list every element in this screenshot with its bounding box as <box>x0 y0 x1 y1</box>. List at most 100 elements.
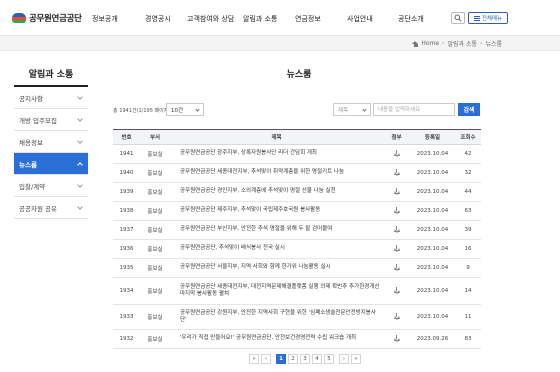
table-row: 1935 홍보실 공무원연금공단 서울지부, 지역 사회와 함께 한가위 나눔활… <box>113 258 481 278</box>
row-title-link[interactable]: 공무원연금공단 부산지부, 안전한 추석 명절을 위해 두 팔 걷어붙여 <box>170 220 383 240</box>
sidebar-item-resource-sharing[interactable]: 공공자원 공유 <box>14 197 88 219</box>
row-department: 홍보실 <box>140 258 170 278</box>
chevron-down-icon <box>77 93 83 100</box>
row-number: 1932 <box>113 329 140 349</box>
sidebar-item-label: 개방 입주모집 <box>19 116 57 125</box>
sidebar: 공지사항 개방 입주모집 채용정보 뉴스룸 입찰/계약 공공자원 공유 <box>14 85 88 219</box>
logo[interactable]: 공무원연금공단 <box>12 12 82 24</box>
chevron-down-icon <box>77 181 83 188</box>
row-attachment <box>383 239 410 259</box>
nav-item-management[interactable]: 경영공시 <box>145 14 171 24</box>
row-attachment <box>383 182 410 202</box>
row-title-link[interactable]: 공무원연금공단 제주지부, 추석맞이 국립제주호국원 봉사활동 <box>170 201 383 221</box>
column-header-views: 조회수 <box>455 129 481 145</box>
page-button[interactable]: 5 <box>324 354 334 364</box>
search-button[interactable]: 검색 <box>458 103 480 116</box>
row-number: 1937 <box>113 220 140 240</box>
row-title-link[interactable]: 공무원연금공단 세종대전지부, 대전지역문제해결플랫폼 실행 의제 확반추 추가… <box>170 277 383 305</box>
nav-item-pension[interactable]: 연금정보 <box>295 14 321 24</box>
row-department: 홍보실 <box>140 201 170 221</box>
row-title-link[interactable]: 공무원연금공단 세종대전지부, 추석맞이 취약계층을 위한 명절키트 나눔 <box>170 163 383 183</box>
pagination: « ‹ 1 2 3 4 5 › » <box>249 354 363 364</box>
nav-item-info[interactable]: 정보공개 <box>92 14 118 24</box>
row-department: 홍보실 <box>140 182 170 202</box>
row-number: 1940 <box>113 163 140 183</box>
row-title-link[interactable]: 공무원연금공단, 추석맞이 배식봉사 전국 실시 <box>170 239 383 259</box>
row-views: 14 <box>455 277 481 305</box>
download-icon[interactable] <box>393 150 400 156</box>
nav-item-business[interactable]: 사업안내 <box>347 14 373 24</box>
first-page-button[interactable]: « <box>249 354 259 364</box>
row-attachment <box>383 144 410 164</box>
row-date: 2023.10.04 <box>410 201 455 221</box>
row-title-link[interactable]: 공무원연금공단 광주지부, 상록자원봉사단 리더 간담회 개최 <box>170 144 383 164</box>
page-button[interactable]: 2 <box>288 354 298 364</box>
row-title-link[interactable]: 공무원연금공단 서울지부, 지역 사회와 함께 한가위 나눔활동 실시 <box>170 258 383 278</box>
row-views: 44 <box>455 182 481 202</box>
chevron-up-icon <box>77 161 83 168</box>
row-date: 2023.10.04 <box>410 163 455 183</box>
column-header-attachment: 첨부 <box>383 129 410 145</box>
download-icon[interactable] <box>393 264 400 270</box>
last-page-button[interactable]: » <box>351 354 361 364</box>
row-department: 홍보실 <box>140 304 170 330</box>
search-icon-button[interactable] <box>451 12 465 24</box>
breadcrumb-separator: › <box>480 40 483 47</box>
download-icon[interactable] <box>393 335 400 341</box>
table-row: 1939 홍보실 공무원연금공단 경인지부, 소외계층에 추석맞이 명절 선물 … <box>113 182 481 202</box>
download-icon[interactable] <box>393 188 400 194</box>
breadcrumb-section[interactable]: 알림과 소통 <box>448 39 478 48</box>
row-attachment <box>383 304 410 330</box>
row-date: 2023.10.04 <box>410 182 455 202</box>
sidebar-item-label: 공공자원 공유 <box>19 204 57 213</box>
row-department: 홍보실 <box>140 144 170 164</box>
download-icon[interactable] <box>393 313 400 319</box>
sidebar-item-label: 뉴스룸 <box>19 160 37 169</box>
table-row: 1932 홍보실 '우리가 직접 만들어요!' 공무원연금공단, 안전보건경영전… <box>113 329 481 349</box>
breadcrumb-bar: Home › 알림과 소통 › 뉴스룸 <box>0 36 560 51</box>
row-title-link[interactable]: 공무원연금공단 경인지부, 소외계층에 추석맞이 명절 선물 나눔 실천 <box>170 182 383 202</box>
row-title-link[interactable]: 공무원연금공단 강원지부, 안전한 지역사회 구현을 위한 '심폐소생술전문안전… <box>170 304 383 330</box>
chevron-down-icon <box>77 203 83 210</box>
sidebar-item-jobs[interactable]: 채용정보 <box>14 131 88 153</box>
search-field-select[interactable]: 제목 <box>333 103 371 116</box>
download-icon[interactable] <box>393 226 400 232</box>
nav-item-notice[interactable]: 알림과 소통 <box>243 14 277 24</box>
nav-item-about[interactable]: 공단소개 <box>398 14 424 24</box>
row-views: 32 <box>455 163 481 183</box>
download-icon[interactable] <box>393 245 400 251</box>
row-views: 83 <box>455 329 481 349</box>
row-date: 2023.10.04 <box>410 258 455 278</box>
chevron-down-icon <box>362 106 367 112</box>
chevron-down-icon <box>77 115 83 122</box>
sidebar-item-newsroom[interactable]: 뉴스룸 <box>14 153 88 175</box>
sidebar-title: 알림과 소통 <box>28 70 74 80</box>
row-number: 1941 <box>113 144 140 164</box>
download-icon[interactable] <box>393 287 400 293</box>
row-department: 홍보실 <box>140 277 170 305</box>
download-icon[interactable] <box>393 207 400 213</box>
logo-text: 공무원연금공단 <box>29 14 82 24</box>
table-row: 1937 홍보실 공무원연금공단 부산지부, 안전한 추석 명절을 위해 두 팔… <box>113 220 481 240</box>
download-icon[interactable] <box>393 169 400 175</box>
column-header-number: 번호 <box>113 129 140 145</box>
search-input[interactable] <box>373 103 455 116</box>
all-menu-button[interactable]: 전체메뉴 <box>468 12 508 24</box>
prev-page-button[interactable]: ‹ <box>261 354 271 364</box>
row-department: 홍보실 <box>140 163 170 183</box>
sidebar-item-notices[interactable]: 공지사항 <box>14 87 88 109</box>
page-button[interactable]: 3 <box>300 354 310 364</box>
row-title-link[interactable]: '우리가 직접 만들어요!' 공무원연금공단, 안전보건경영전략 수립 워크숍 … <box>170 329 383 349</box>
page-size-select[interactable]: 10건 <box>166 103 204 116</box>
sidebar-item-bids[interactable]: 입찰/계약 <box>14 175 88 197</box>
page-button[interactable]: 4 <box>312 354 322 364</box>
breadcrumb-current: 뉴스룸 <box>485 41 502 48</box>
sidebar-item-recruit-tenants[interactable]: 개방 입주모집 <box>14 109 88 131</box>
breadcrumb-home[interactable]: Home <box>421 40 439 47</box>
breadcrumb-separator: › <box>442 40 445 47</box>
search-field-value: 제목 <box>338 107 349 114</box>
page-button[interactable]: 1 <box>276 354 286 364</box>
nav-item-customer[interactable]: 고객참여와 상담 <box>187 14 234 24</box>
logo-icon <box>12 13 26 23</box>
next-page-button[interactable]: › <box>339 354 349 364</box>
